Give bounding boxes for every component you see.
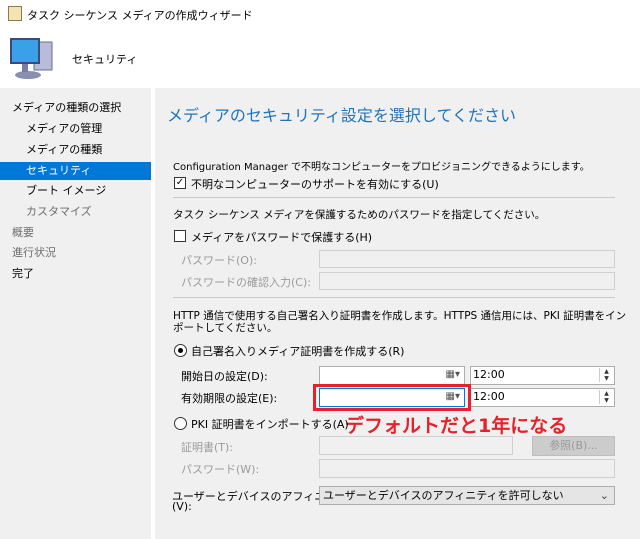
wizard-header: セキュリティ bbox=[0, 28, 640, 88]
self-signed-radio-label: 自己署名入りメディア証明書を作成する(R) bbox=[191, 345, 405, 358]
title-bar: タスク シーケンス メディアの作成ウィザード bbox=[0, 0, 640, 28]
unknown-computer-checkbox[interactable]: ✓ 不明なコンピューターのサポートを有効にする(U) bbox=[174, 176, 474, 191]
pki-password-input[interactable] bbox=[319, 459, 615, 478]
affinity-select[interactable]: ユーザーとデバイスのアフィニティを許可しない ⌄ bbox=[319, 486, 615, 505]
certificate-description-line2: ポートしてください。 bbox=[173, 322, 278, 334]
nav-divider bbox=[151, 88, 155, 539]
start-time-spinner[interactable]: 12:00 ▲ ▼ bbox=[470, 366, 615, 385]
pki-import-radio-label: PKI 証明書をインポートする(A) bbox=[191, 418, 349, 431]
nav-item-boot-image: ブート イメージ bbox=[26, 184, 107, 197]
nav-item-progress: 進行状況 bbox=[12, 246, 56, 259]
expiry-date-label: 有効期限の設定(E): bbox=[181, 392, 278, 405]
password-protect-checkbox-label: メディアをパスワードで保護する(H) bbox=[191, 231, 373, 244]
spin-updown-icon[interactable]: ▲ ▼ bbox=[599, 390, 613, 404]
unknown-computer-checkbox-label: 不明なコンピューターのサポートを有効にする(U) bbox=[191, 178, 439, 191]
affinity-select-value: ユーザーとデバイスのアフィニティを許可しない bbox=[323, 489, 564, 502]
expiry-time-spinner[interactable]: 12:00 ▲ ▼ bbox=[470, 388, 615, 407]
unknown-computer-description: Configuration Manager で不明なコンピューターをプロビジョニ… bbox=[173, 162, 590, 173]
wizard-nav: メディアの種類の選択 メディアの管理 メディアの種類 セキュリティ ブート イメ… bbox=[0, 88, 151, 539]
pki-import-radio[interactable]: PKI 証明書をインポートする(A) bbox=[174, 416, 349, 431]
chevron-down-icon[interactable]: ⌄ bbox=[600, 487, 609, 504]
computer-icon bbox=[8, 36, 56, 80]
expiry-time-value: 12:00 bbox=[473, 390, 505, 403]
start-date-label: 開始日の設定(D): bbox=[181, 370, 268, 383]
radio-unselected-icon[interactable] bbox=[174, 417, 187, 430]
nav-item-customize: カスタマイズ bbox=[26, 205, 92, 218]
page-heading: メディアのセキュリティ設定を選択してください bbox=[167, 106, 516, 125]
password-label: パスワード(O): bbox=[181, 254, 257, 267]
checkbox-checked-icon[interactable]: ✓ bbox=[174, 177, 186, 189]
calendar-dropdown-icon[interactable]: ▦▾ bbox=[446, 369, 460, 380]
annotation-text: デフォルトだと1年になる bbox=[345, 415, 568, 437]
affinity-label-line2: (V): bbox=[172, 500, 192, 513]
page-name: セキュリティ bbox=[72, 53, 138, 66]
nav-item-media-management: メディアの管理 bbox=[26, 122, 103, 135]
certificate-label: 証明書(T): bbox=[181, 441, 234, 454]
divider bbox=[173, 197, 615, 198]
pki-password-label: パスワード(W): bbox=[181, 463, 260, 476]
confirm-password-input[interactable] bbox=[319, 272, 615, 290]
wizard-icon bbox=[8, 6, 22, 21]
spin-updown-icon[interactable]: ▲ ▼ bbox=[599, 368, 613, 382]
nav-item-media-type-select: メディアの種類の選択 bbox=[12, 101, 122, 114]
self-signed-radio[interactable]: 自己署名入りメディア証明書を作成する(R) bbox=[174, 343, 434, 358]
start-date-picker[interactable]: ▦▾ bbox=[319, 366, 465, 385]
password-protect-checkbox[interactable]: メディアをパスワードで保護する(H) bbox=[174, 229, 474, 244]
nav-item-media-type: メディアの種類 bbox=[26, 143, 103, 156]
annotation-highlight-box bbox=[313, 384, 471, 411]
start-time-value: 12:00 bbox=[473, 368, 505, 381]
radio-selected-icon[interactable] bbox=[174, 344, 187, 357]
nav-item-security: セキュリティ bbox=[0, 162, 151, 180]
password-input[interactable] bbox=[319, 250, 615, 268]
confirm-password-label: パスワードの確認入力(C): bbox=[181, 276, 311, 289]
certificate-input[interactable] bbox=[319, 436, 513, 455]
divider bbox=[173, 297, 615, 298]
checkbox-unchecked-icon[interactable] bbox=[174, 230, 186, 242]
window-title: タスク シーケンス メディアの作成ウィザード bbox=[27, 9, 253, 22]
password-description: タスク シーケンス メディアを保護するためのパスワードを指定してください。 bbox=[173, 209, 546, 221]
browse-button[interactable]: 参照(B)... bbox=[532, 436, 615, 456]
nav-item-summary: 概要 bbox=[12, 226, 34, 239]
nav-item-complete: 完了 bbox=[12, 267, 34, 280]
